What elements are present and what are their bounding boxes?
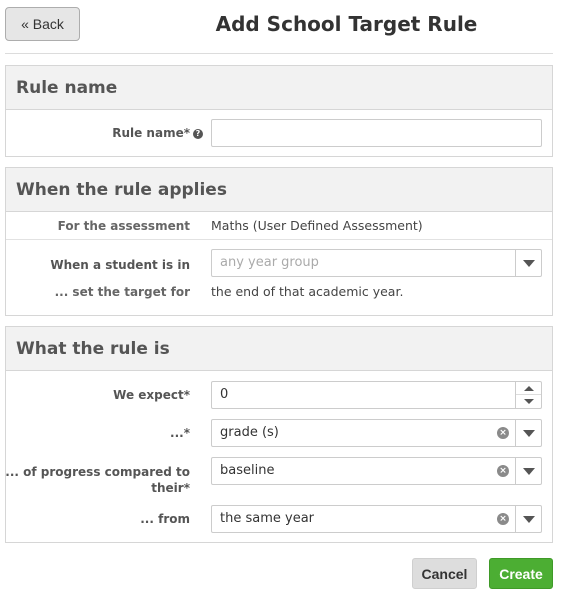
rule-name-panel: Rule name Rule name*? xyxy=(5,65,553,157)
rule-name-label-text: Rule name* xyxy=(112,126,190,140)
back-button[interactable]: « Back xyxy=(5,7,80,41)
year-group-placeholder: any year group xyxy=(220,255,319,270)
clear-icon[interactable]: × xyxy=(497,427,509,439)
unit-dropdown-button[interactable] xyxy=(515,420,541,446)
rule-name-heading: Rule name xyxy=(6,66,552,110)
arrow-up-icon xyxy=(523,385,534,391)
year-group-dropdown-button[interactable] xyxy=(515,250,541,276)
target-for-value: the end of that academic year. xyxy=(211,284,404,299)
year-group-label: When a student is in xyxy=(50,258,190,272)
create-button[interactable]: Create xyxy=(489,558,553,589)
assessment-label: For the assessment xyxy=(57,219,190,233)
from-label: ... from xyxy=(140,512,190,526)
clear-icon[interactable]: × xyxy=(497,465,509,477)
unit-label: ...* xyxy=(170,426,190,440)
progress-basis-selected-value: baseline xyxy=(220,463,275,478)
question-circle-icon[interactable]: ? xyxy=(193,128,203,139)
expect-number-input[interactable]: 0 xyxy=(211,381,542,409)
when-rule-applies-heading: When the rule applies xyxy=(6,168,552,212)
year-group-select[interactable]: any year group xyxy=(211,249,542,277)
expect-label: We expect* xyxy=(113,388,190,402)
progress-basis-dropdown-button[interactable] xyxy=(515,458,541,484)
from-select[interactable]: the same year × xyxy=(211,505,542,533)
rule-name-input[interactable] xyxy=(211,119,542,147)
cancel-button[interactable]: Cancel xyxy=(412,558,477,589)
chevron-down-icon xyxy=(522,467,535,475)
stepper-down-button[interactable] xyxy=(516,395,541,408)
progress-label-line1: ... of progress compared to xyxy=(5,465,190,479)
expect-value: 0 xyxy=(220,387,229,402)
what-rule-is-heading: What the rule is xyxy=(6,327,552,371)
assessment-value: Maths (User Defined Assessment) xyxy=(211,218,423,233)
page-title: Add School Target Rule xyxy=(215,12,478,36)
unit-select[interactable]: grade (s) × xyxy=(211,419,542,447)
progress-basis-select[interactable]: baseline × xyxy=(211,457,542,485)
when-rule-applies-panel: When the rule applies For the assessment… xyxy=(5,167,553,316)
chevron-down-icon xyxy=(522,429,535,437)
progress-label-line2: their* xyxy=(151,481,190,495)
expect-stepper[interactable] xyxy=(515,382,541,408)
target-for-label: ... set the target for xyxy=(54,285,190,299)
from-dropdown-button[interactable] xyxy=(515,506,541,532)
row-divider xyxy=(6,239,552,240)
progress-label: ... of progress compared to their* xyxy=(5,464,190,496)
clear-icon[interactable]: × xyxy=(497,513,509,525)
unit-selected-value: grade (s) xyxy=(220,425,279,440)
stepper-up-button[interactable] xyxy=(516,382,541,395)
rule-name-label: Rule name*? xyxy=(112,126,203,140)
chevron-down-icon xyxy=(522,515,535,523)
chevron-down-icon xyxy=(522,259,535,267)
header-divider xyxy=(5,53,553,54)
arrow-down-icon xyxy=(523,399,534,404)
what-rule-is-panel: What the rule is We expect* 0 ...* grade… xyxy=(5,326,553,543)
from-selected-value: the same year xyxy=(220,511,315,526)
